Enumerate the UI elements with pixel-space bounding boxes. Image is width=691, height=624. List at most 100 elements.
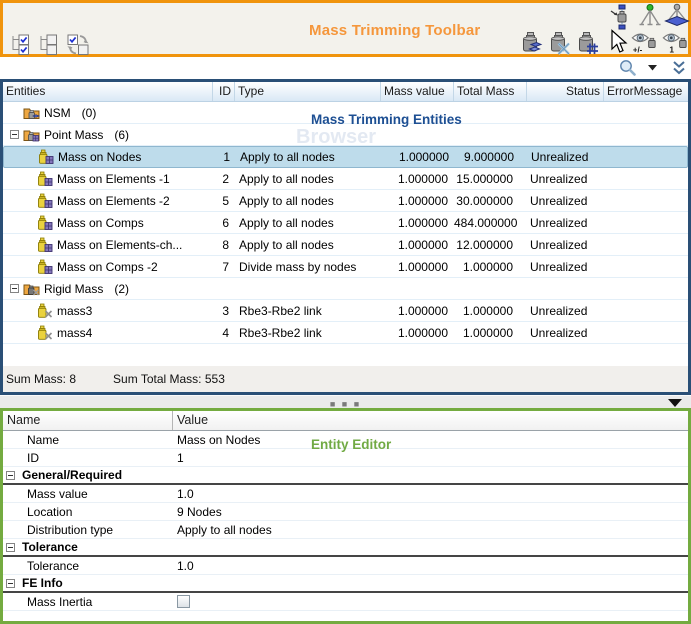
toolbar-annotation: Mass Trimming Toolbar bbox=[309, 22, 480, 39]
mass-inertia-checkbox[interactable] bbox=[177, 595, 190, 608]
column-header-total-mass[interactable]: Total Mass bbox=[454, 82, 527, 101]
property-name: Mass Inertia bbox=[3, 595, 173, 609]
collapse-chevrons-icon[interactable] bbox=[672, 60, 686, 76]
summary-row: Sum Mass: 8 Sum Total Mass: 553 bbox=[3, 366, 688, 392]
property-value[interactable]: 1.0 bbox=[173, 487, 688, 501]
browser-annotation: Mass Trimming Entities bbox=[311, 112, 462, 127]
svg-text:1: 1 bbox=[669, 45, 674, 55]
column-header-entities[interactable]: Entities bbox=[3, 82, 213, 101]
table-row[interactable]: mass44Rbe3-Rbe2 link1.0000001.000000Unre… bbox=[3, 322, 688, 344]
collapse-expander[interactable] bbox=[10, 130, 19, 139]
mass-cell: 1.000000 bbox=[381, 194, 454, 208]
search-icon[interactable] bbox=[618, 58, 638, 78]
editor-header-value: Value bbox=[173, 411, 688, 430]
table-row[interactable]: Rigid Mass(2) bbox=[3, 278, 688, 300]
spider-nodes-icon[interactable] bbox=[637, 3, 663, 29]
spider-elements-icon[interactable] bbox=[664, 3, 690, 29]
mass-cell: 1.000000 bbox=[382, 150, 455, 164]
check-all-icon[interactable] bbox=[9, 31, 35, 57]
property-name: Location bbox=[3, 505, 173, 519]
property-value[interactable]: Mass on Nodes bbox=[173, 433, 688, 447]
entities-cell: Mass on Elements -2 bbox=[3, 193, 213, 209]
id-cell: 6 bbox=[213, 216, 235, 230]
status-cell: Unrealized bbox=[527, 216, 604, 230]
column-header-type[interactable]: Type bbox=[235, 82, 381, 101]
entities-cell: Mass on Elements-ch... bbox=[3, 237, 213, 253]
editor-body: NameMass on NodesID1 General/Required Mass… bbox=[3, 431, 688, 611]
editor-row: Location9 Nodes bbox=[3, 503, 688, 521]
column-header-status[interactable]: Status bbox=[527, 82, 604, 101]
mass-mesh-icon[interactable] bbox=[574, 30, 600, 56]
column-header-id[interactable]: ID bbox=[213, 82, 235, 101]
id-cell: 5 bbox=[213, 194, 235, 208]
table-row[interactable]: Mass on Comps6Apply to all nodes1.000000… bbox=[3, 212, 688, 234]
column-header-errormessage[interactable]: ErrorMessage bbox=[604, 82, 688, 101]
section-title: FE Info bbox=[22, 576, 63, 590]
editor-header-name: Name bbox=[3, 411, 173, 430]
type-cell: Rbe3-Rbe2 link bbox=[235, 304, 381, 318]
status-cell: Unrealized bbox=[527, 260, 604, 274]
entity-label: mass4 bbox=[57, 326, 92, 340]
total-cell: 1.000000 bbox=[454, 304, 527, 318]
folder-point-mass-icon bbox=[23, 127, 40, 143]
sum-mass-label: Sum Mass: 8 bbox=[6, 372, 76, 386]
mass-cross-icon[interactable] bbox=[546, 30, 572, 56]
editor-row: Tolerance1.0 bbox=[3, 557, 688, 575]
total-cell: 484.000000 bbox=[454, 216, 527, 230]
editor-annotation: Entity Editor bbox=[311, 437, 391, 452]
pane-splitter[interactable]: ■ ■ ■ bbox=[0, 395, 691, 408]
svg-text:+/-: +/- bbox=[633, 46, 643, 55]
property-value bbox=[173, 595, 688, 608]
table-row[interactable]: Mass on Elements -12Apply to all nodes1.… bbox=[3, 168, 688, 190]
id-cell: 1 bbox=[214, 150, 236, 164]
entity-label: Mass on Comps bbox=[57, 216, 144, 230]
reverse-check-icon[interactable] bbox=[65, 31, 91, 57]
splitter-collapse-arrow-icon[interactable] bbox=[668, 399, 682, 407]
type-cell: Apply to all nodes bbox=[236, 150, 382, 164]
mass-on-elements-icon[interactable] bbox=[518, 30, 544, 56]
property-value[interactable]: 1.0 bbox=[173, 559, 688, 573]
column-header-mass-value[interactable]: Mass value bbox=[381, 82, 454, 101]
uncheck-all-icon[interactable] bbox=[37, 31, 63, 57]
editor-section-general-required: General/Required bbox=[3, 467, 688, 485]
table-row[interactable]: Mass on Elements -25Apply to all nodes1.… bbox=[3, 190, 688, 212]
status-cell: Unrealized bbox=[527, 194, 604, 208]
property-value[interactable]: 1 bbox=[173, 451, 688, 465]
cursor-icon[interactable] bbox=[604, 29, 630, 55]
section-collapse-expander[interactable] bbox=[6, 471, 15, 480]
table-row[interactable]: mass33Rbe3-Rbe2 link1.0000001.000000Unre… bbox=[3, 300, 688, 322]
table-row[interactable]: Mass on Elements-ch...8Apply to all node… bbox=[3, 234, 688, 256]
point-mass-icon bbox=[36, 171, 53, 187]
property-name: ID bbox=[3, 451, 173, 465]
editor-section-tolerance: Tolerance bbox=[3, 539, 688, 557]
table-row[interactable]: Mass on Comps -27Divide mass by nodes1.0… bbox=[3, 256, 688, 278]
dropdown-arrow-icon[interactable] bbox=[648, 65, 657, 71]
mass-on-node-icon[interactable] bbox=[609, 4, 635, 30]
id-cell: 3 bbox=[213, 304, 235, 318]
section-collapse-expander[interactable] bbox=[6, 543, 15, 552]
table-row[interactable]: Mass on Nodes1Apply to all nodes1.000000… bbox=[3, 146, 688, 168]
editor-header: Name Value bbox=[3, 411, 688, 431]
point-mass-icon bbox=[36, 259, 53, 275]
rigid-mass-icon bbox=[36, 303, 53, 319]
section-collapse-expander[interactable] bbox=[6, 579, 15, 588]
mass-cell: 1.000000 bbox=[381, 238, 454, 252]
entity-label: Rigid Mass bbox=[44, 282, 103, 296]
entities-cell: Mass on Comps bbox=[3, 215, 213, 231]
entity-count: (0) bbox=[82, 106, 97, 120]
collapse-expander[interactable] bbox=[10, 284, 19, 293]
type-cell: Apply to all nodes bbox=[235, 172, 381, 186]
entities-cell: mass4 bbox=[3, 325, 213, 341]
status-cell: Unrealized bbox=[527, 172, 604, 186]
property-value[interactable]: 9 Nodes bbox=[173, 505, 688, 519]
id-cell: 8 bbox=[213, 238, 235, 252]
mass-trimming-entities-browser: EntitiesIDTypeMass valueTotal MassStatus… bbox=[0, 79, 691, 395]
property-name: Name bbox=[3, 433, 173, 447]
editor-section-fe-info: FE Info bbox=[3, 575, 688, 593]
show-only-mass-icon[interactable]: 1 bbox=[662, 29, 688, 55]
property-value[interactable]: Apply to all nodes bbox=[173, 523, 688, 537]
show-hide-mass-icon[interactable]: +/- bbox=[631, 29, 657, 55]
point-mass-icon bbox=[36, 215, 53, 231]
mass-cell: 1.000000 bbox=[381, 304, 454, 318]
table-header: EntitiesIDTypeMass valueTotal MassStatus… bbox=[3, 82, 688, 102]
